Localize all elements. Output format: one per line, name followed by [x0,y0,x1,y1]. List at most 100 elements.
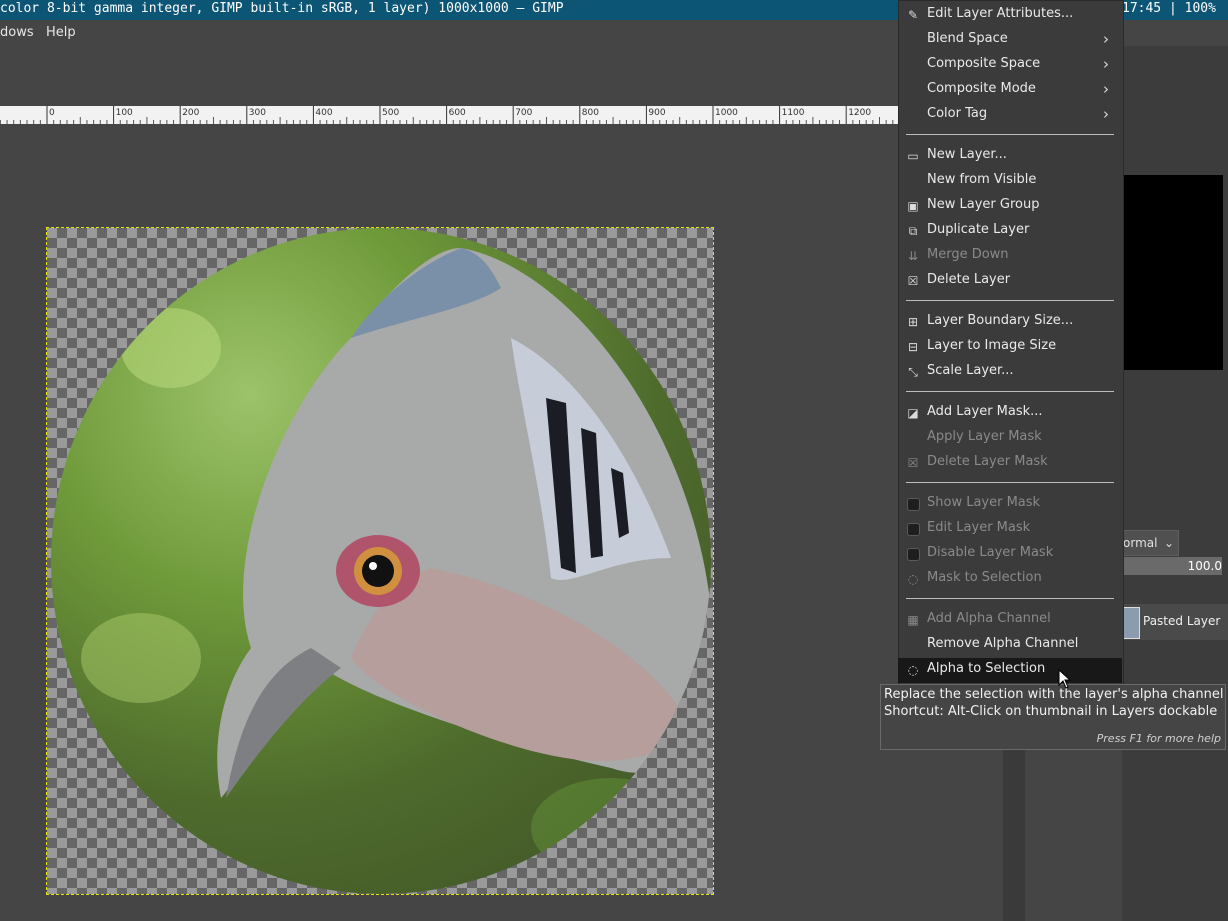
menu-separator [906,482,1114,483]
menu-item-label: Mask to Selection [927,570,1042,585]
menu-item-add-alpha-channel[interactable]: ▦ Add Alpha Channel [898,608,1122,633]
opacity-spinbox[interactable]: 100.0 [1122,557,1222,575]
menu-item-label: Layer to Image Size [927,338,1057,353]
new-layer-icon: ▭ [907,149,919,163]
tooltip: Replace the selection with the layer's a… [880,684,1226,750]
menu-item-layer-boundary-size[interactable]: ⊞ Layer Boundary Size... [898,310,1122,335]
menu-item-scale-layer[interactable]: ⤡ Scale Layer... [898,360,1122,385]
horizontal-ruler: 0 100 200 300 400 500 600 700 800 900 1000 1100 1200 [0,106,898,124]
duplicate-layer-icon: ⧉ [908,224,918,238]
menu-item-label: Duplicate Layer [927,222,1030,237]
layer-boundary-icon: ⊞ [907,315,919,329]
alpha-channel-icon: ▦ [907,613,919,627]
menu-item-label: Add Alpha Channel [927,611,1051,626]
ruler-label: 1100 [782,108,805,118]
checkbox-icon [907,498,920,511]
chevron-right-icon: › [1103,105,1109,123]
menu-item-new-layer[interactable]: ▭ New Layer... [898,144,1122,169]
edit-attributes-icon: ✎ [907,8,919,22]
menu-item-edit-layer-attributes[interactable]: ✎ Edit Layer Attributes... [898,3,1122,28]
menu-item-show-layer-mask[interactable]: Show Layer Mask [898,492,1122,517]
menu-item-composite-space[interactable]: Composite Space › [898,53,1122,78]
menu-item-mask-to-selection[interactable]: ◌ Mask to Selection [898,567,1122,592]
tooltip-shortcut: Shortcut: Alt-Click on thumbnail in Laye… [884,704,1218,719]
menu-item-label: Remove Alpha Channel [927,636,1079,651]
menu-item-add-layer-mask[interactable]: ◪ Add Layer Mask... [898,401,1122,426]
menu-separator [906,134,1114,135]
ruler-label: 100 [116,108,133,118]
layer-thumbnail[interactable] [1122,607,1140,639]
menu-item-label: Composite Space [927,56,1041,71]
mouse-cursor-icon [1058,669,1072,689]
chevron-right-icon: › [1103,30,1109,48]
ruler-label: 400 [315,108,332,118]
merge-down-icon: ⇊ [907,249,919,263]
delete-mask-icon: ☒ [907,456,919,470]
menu-item-label: Edit Layer Mask [927,520,1031,535]
menu-item-label: New from Visible [927,172,1037,187]
menu-item-composite-mode[interactable]: Composite Mode › [898,78,1122,103]
menu-windows[interactable]: dows [0,25,34,40]
menu-item-label: Composite Mode [927,81,1036,96]
delete-layer-icon: ☒ [907,274,919,288]
scale-layer-icon: ⤡ [908,365,918,379]
image-canvas[interactable] [46,227,714,895]
ruler-label: 500 [382,108,399,118]
layer-mode-label: ormal [1123,536,1158,550]
chevron-right-icon: › [1103,55,1109,73]
ruler-label: 300 [249,108,266,118]
status-clock: 17:45 | 100% [1122,1,1216,16]
menu-item-new-layer-group[interactable]: ▣ New Layer Group [898,194,1122,219]
ruler-label: 600 [449,108,466,118]
bird-photo [51,228,711,894]
menu-item-label: Disable Layer Mask [927,545,1054,560]
menu-item-label: Color Tag [927,106,988,121]
menu-item-merge-down[interactable]: ⇊ Merge Down [898,244,1122,269]
ruler-label: 800 [582,108,599,118]
menu-item-label: Delete Layer Mask [927,454,1048,469]
menu-item-remove-alpha-channel[interactable]: Remove Alpha Channel [898,633,1122,658]
bird-illustration [81,248,711,878]
menu-item-label: New Layer... [927,147,1007,162]
menu-item-alpha-to-selection[interactable]: ◌ Alpha to Selection [898,658,1122,683]
menu-item-label: Scale Layer... [927,363,1014,378]
menu-item-label: Delete Layer [927,272,1011,287]
menu-item-disable-layer-mask[interactable]: Disable Layer Mask [898,542,1122,567]
chevron-down-icon: ⌄ [1163,536,1174,550]
menu-item-edit-layer-mask[interactable]: Edit Layer Mask [898,517,1122,542]
menu-item-delete-layer[interactable]: ☒ Delete Layer [898,269,1122,294]
menu-help[interactable]: Help [46,25,76,40]
new-layer-group-icon: ▣ [907,199,919,213]
menu-item-delete-layer-mask[interactable]: ☒ Delete Layer Mask [898,451,1122,476]
menu-item-label: Edit Layer Attributes... [927,6,1074,21]
opacity-value: 100.0 [1187,559,1222,573]
ruler-label: 0 [49,108,55,118]
add-mask-icon: ◪ [907,406,919,420]
menu-item-apply-layer-mask[interactable]: Apply Layer Mask [898,426,1122,451]
menu-item-label: Merge Down [927,247,1009,262]
layer-mode-select[interactable]: ormal ⌄ [1122,530,1179,556]
menu-item-label: Layer Boundary Size... [927,313,1074,328]
menu-item-label: Blend Space [927,31,1008,46]
checkbox-icon [907,523,920,536]
window-title: color 8-bit gamma integer, GIMP built-in… [0,1,564,16]
layer-to-image-icon: ⊟ [907,340,919,354]
menu-separator [906,300,1114,301]
ruler-label: 900 [648,108,665,118]
mask-selection-icon: ◌ [907,572,919,586]
ruler-label: 200 [182,108,199,118]
menu-item-color-tag[interactable]: Color Tag › [898,103,1122,128]
dock-strip [1003,750,1025,921]
menu-item-label: Apply Layer Mask [927,429,1042,444]
menu-item-layer-to-image-size[interactable]: ⊟ Layer to Image Size [898,335,1122,360]
menu-item-blend-space[interactable]: Blend Space › [898,28,1122,53]
dock-preview [1122,175,1223,370]
menu-separator [906,391,1114,392]
layer-name: Pasted Layer [1143,614,1221,628]
tooltip-help: Press F1 for more help [1096,732,1221,745]
menu-item-new-from-visible[interactable]: New from Visible [898,169,1122,194]
ruler-label: 1000 [715,108,738,118]
menu-separator [906,598,1114,599]
menu-item-duplicate-layer[interactable]: ⧉ Duplicate Layer [898,219,1122,244]
tooltip-description: Replace the selection with the layer's a… [884,687,1224,702]
